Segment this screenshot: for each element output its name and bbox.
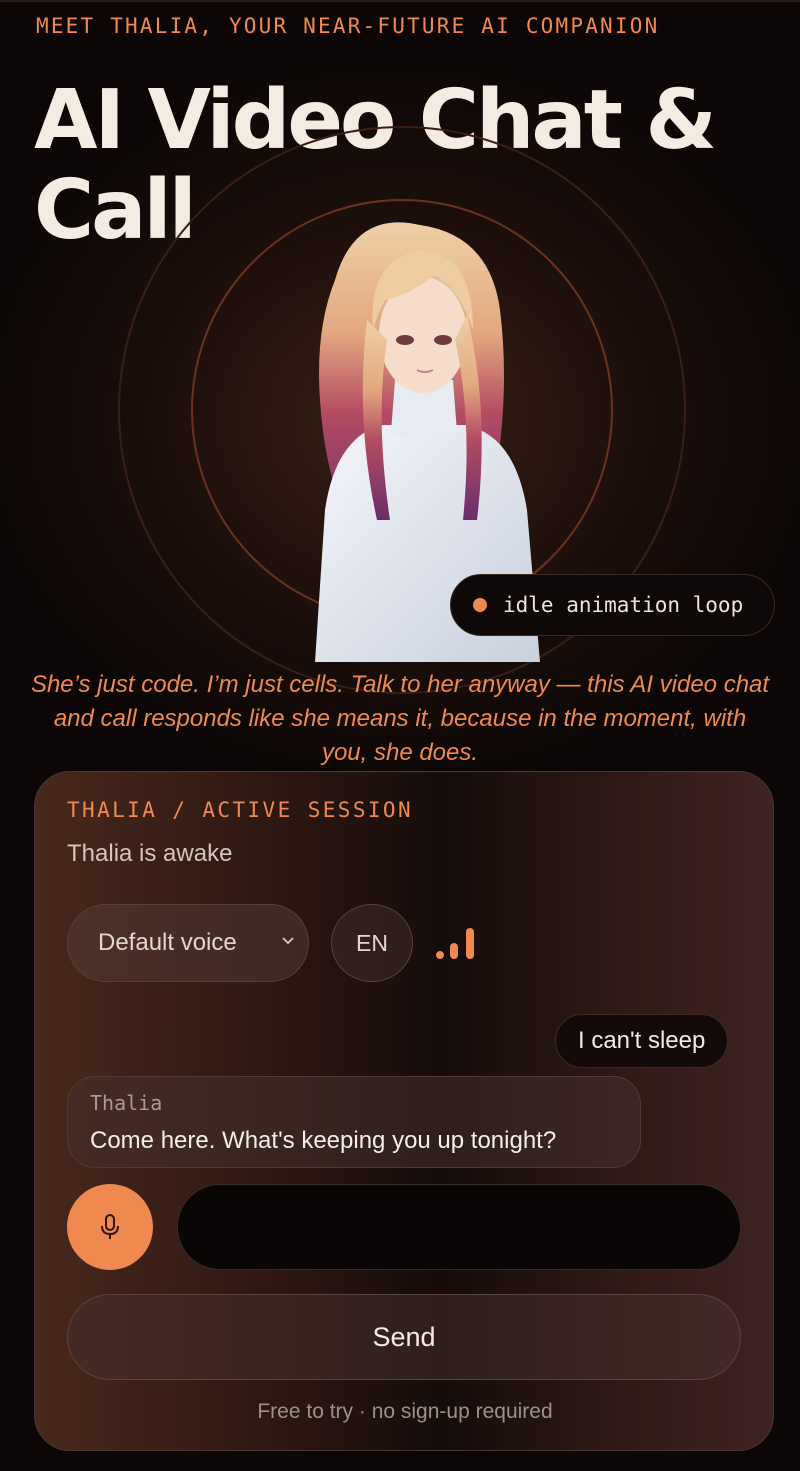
send-button[interactable]: Send bbox=[67, 1294, 741, 1380]
status-dot-icon bbox=[473, 598, 487, 612]
voice-select[interactable]: Default voice bbox=[67, 904, 309, 982]
microphone-icon bbox=[101, 1214, 119, 1239]
bot-message-text: Come here. What's keeping you up tonight… bbox=[90, 1127, 557, 1154]
top-divider bbox=[0, 0, 800, 2]
message-input[interactable] bbox=[177, 1184, 741, 1270]
bot-message: Thalia Come here. What's keeping you up … bbox=[67, 1076, 641, 1168]
language-button[interactable]: EN bbox=[331, 904, 413, 982]
mic-button[interactable] bbox=[67, 1184, 153, 1270]
animation-status-label: idle animation loop bbox=[503, 593, 744, 617]
voice-select-value: Default voice bbox=[98, 929, 237, 956]
session-card: THALIA / ACTIVE SESSION Thalia is awake … bbox=[34, 771, 774, 1451]
chevron-down-icon bbox=[282, 937, 294, 945]
session-label: THALIA / ACTIVE SESSION bbox=[67, 798, 413, 822]
user-message: I can't sleep bbox=[555, 1014, 729, 1068]
tagline: She’s just code. I’m just cells. Talk to… bbox=[30, 671, 770, 766]
session-status: Thalia is awake bbox=[67, 840, 233, 867]
signal-bars-icon bbox=[436, 928, 474, 959]
bot-message-sender: Thalia bbox=[90, 1091, 163, 1115]
hero-eyebrow: MEET THALIA, YOUR NEAR-FUTURE AI COMPANI… bbox=[36, 14, 660, 38]
footnote: Free to try · no sign-up required bbox=[257, 1400, 553, 1423]
animation-status-pill: idle animation loop bbox=[450, 574, 775, 636]
